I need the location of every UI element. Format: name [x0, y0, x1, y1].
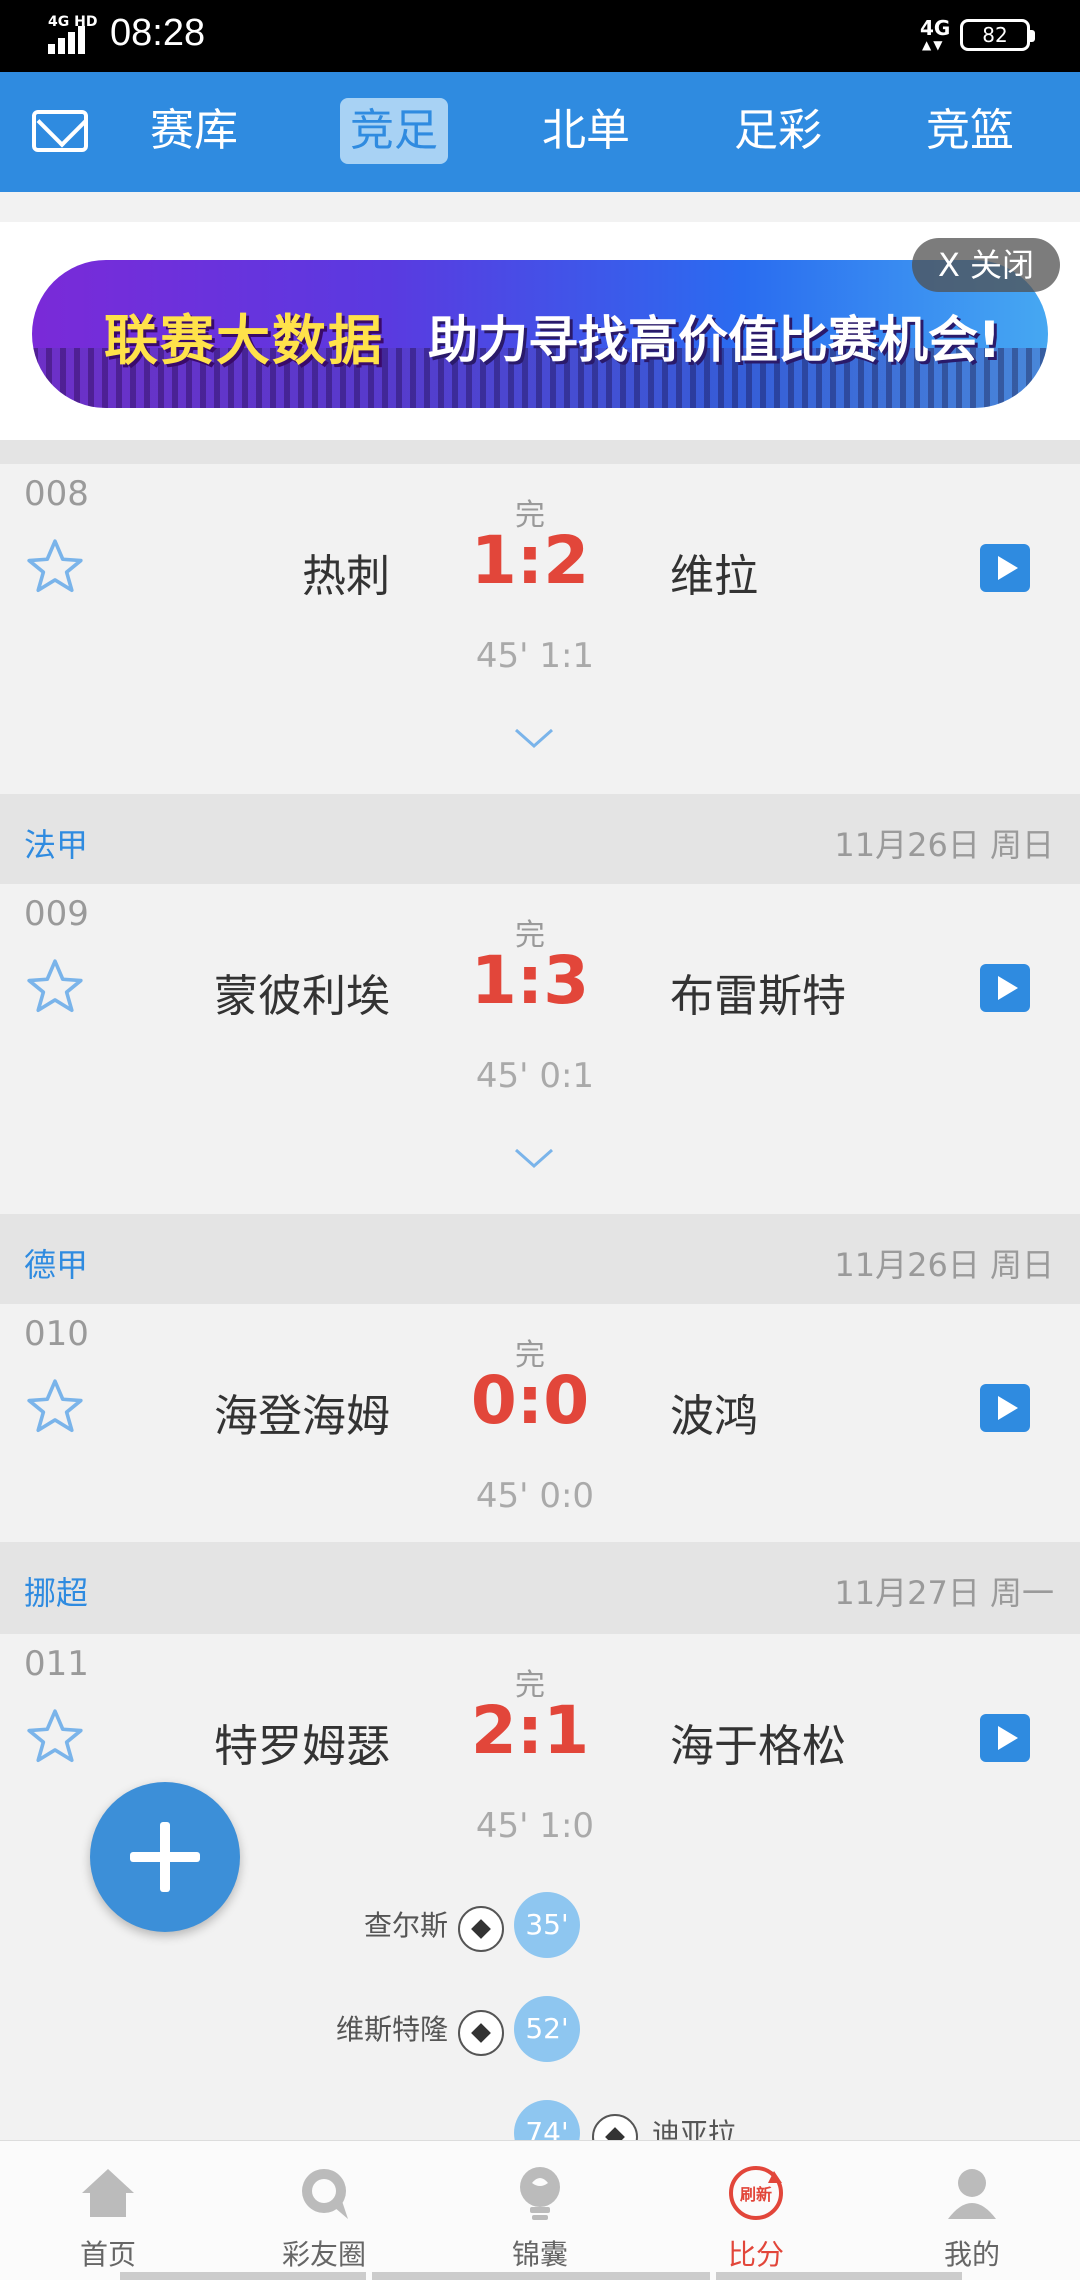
home-icon — [82, 2169, 134, 2217]
favorite-star-icon[interactable] — [24, 1376, 86, 1438]
profile-icon — [948, 2169, 996, 2219]
home-team: 特罗姆瑟 — [214, 1721, 390, 1772]
goal-player: 查尔斯 — [363, 1909, 448, 1942]
score: 1:2 — [470, 522, 590, 599]
league-header: 德甲 11月26日 周日 — [0, 1214, 1080, 1306]
video-play-icon[interactable] — [980, 1384, 1030, 1432]
match-row[interactable]: 010 完 海登海姆 0:0 波鸿 45' 0:0 — [0, 1304, 1080, 1542]
halftime-score: 45' 0:0 — [475, 1476, 595, 1516]
home-team: 热刺 — [302, 551, 390, 602]
halftime-score: 45' 1:0 — [475, 1806, 595, 1846]
score: 0:0 — [470, 1362, 590, 1439]
favorite-star-icon[interactable] — [24, 1706, 86, 1768]
add-button[interactable] — [90, 1782, 240, 1932]
league-date: 11月27日 周一 — [834, 1574, 1054, 1612]
video-play-icon[interactable] — [980, 544, 1030, 592]
league-name: 德甲 — [24, 1246, 89, 1284]
league-header: 挪超 11月27日 周一 — [0, 1542, 1080, 1634]
home-team: 蒙彼利埃 — [214, 971, 390, 1022]
league-name: 挪超 — [24, 1574, 89, 1612]
goal-player: 维斯特隆 — [335, 2013, 448, 2046]
away-team: 维拉 — [670, 551, 758, 602]
favorite-star-icon[interactable] — [24, 956, 86, 1018]
top-nav: 赛库 竞足 北单 足彩 竞篮 — [0, 72, 1080, 192]
nav-scores[interactable]: 刷新 比分 — [648, 2141, 864, 2280]
score: 1:3 — [470, 942, 590, 1019]
goal-minute: 35' — [514, 1892, 580, 1958]
match-number: 011 — [24, 1644, 89, 1684]
home-team: 海登海姆 — [214, 1391, 390, 1442]
banner-close-button[interactable]: X 关闭 — [912, 238, 1060, 292]
lightbulb-icon — [520, 2167, 560, 2220]
network-right: 4G — [920, 16, 951, 40]
nav-tips[interactable]: 锦囊 — [432, 2141, 648, 2280]
status-bar: 4G HD 08:28 4G ▲▼ 82 — [0, 0, 1080, 72]
match-number: 008 — [24, 474, 89, 514]
nav-label: 首页 — [79, 2238, 136, 2271]
video-play-icon[interactable] — [980, 964, 1030, 1012]
gesture-bar — [716, 2272, 962, 2280]
network-type: 4G HD — [48, 14, 98, 30]
nav-label: 我的 — [943, 2238, 1000, 2271]
ad-banner[interactable]: 联赛大数据 助力寻找高价值比赛机会! — [32, 260, 1048, 408]
tab-zucai[interactable]: 足彩 — [734, 98, 822, 164]
match-row[interactable]: 009 完 蒙彼利埃 1:3 布雷斯特 45' 0:1 — [0, 884, 1080, 1214]
signal-icon: 4G HD — [48, 14, 100, 54]
refresh-score-icon: 刷新 — [729, 2166, 783, 2220]
gesture-bar — [372, 2272, 710, 2280]
favorite-star-icon[interactable] — [24, 536, 86, 598]
chevron-down-icon[interactable] — [512, 1140, 556, 1176]
away-team: 海于格松 — [670, 1721, 846, 1772]
away-team: 波鸿 — [670, 1391, 758, 1442]
nav-label: 锦囊 — [511, 2238, 568, 2271]
league-date: 11月26日 周日 — [834, 826, 1054, 864]
match-number: 009 — [24, 894, 89, 934]
halftime-score: 45' 0:1 — [475, 1056, 595, 1096]
mail-icon[interactable] — [32, 110, 88, 152]
bottom-nav: 首页 彩友圈 锦囊 刷新 比分 我的 — [0, 2140, 1080, 2280]
gesture-bar — [120, 2272, 366, 2280]
nav-label: 比分 — [727, 2238, 784, 2271]
league-date: 11月26日 周日 — [834, 1246, 1054, 1284]
match-row[interactable]: 008 完 热刺 1:2 维拉 45' 1:1 — [0, 464, 1080, 794]
tab-jinglan[interactable]: 竞篮 — [926, 98, 1014, 164]
svg-text:刷新: 刷新 — [740, 2185, 772, 2204]
away-team: 布雷斯特 — [670, 971, 846, 1022]
tab-jingzu[interactable]: 竞足 — [340, 98, 448, 164]
clock: 08:28 — [110, 12, 206, 54]
league-name: 法甲 — [24, 826, 89, 864]
chevron-down-icon[interactable] — [512, 720, 556, 756]
app-screen: { "status_bar": { "network": "4G HD", "t… — [0, 0, 1080, 2280]
match-number: 010 — [24, 1314, 89, 1354]
nav-label: 彩友圈 — [281, 2238, 366, 2271]
score: 2:1 — [470, 1692, 590, 1769]
tab-beidan[interactable]: 北单 — [542, 98, 630, 164]
chat-bubble-icon — [302, 2169, 348, 2219]
nav-home[interactable]: 首页 — [0, 2141, 216, 2280]
nav-community[interactable]: 彩友圈 — [216, 2141, 432, 2280]
halftime-score: 45' 1:1 — [475, 636, 595, 676]
battery-icon: 82 — [960, 19, 1035, 51]
goal-minute: 52' — [514, 1996, 580, 2062]
banner-subtitle: 助力寻找高价值比赛机会! — [428, 311, 1001, 369]
soccer-ball-icon — [458, 1906, 504, 1952]
banner-title: 联赛大数据 — [104, 309, 384, 372]
soccer-ball-icon — [458, 2010, 504, 2056]
tab-saiku[interactable]: 赛库 — [150, 98, 238, 164]
divider — [0, 440, 1080, 464]
video-play-icon[interactable] — [980, 1714, 1030, 1762]
data-arrows-icon: ▲▼ — [922, 38, 945, 52]
league-header: 法甲 11月26日 周日 — [0, 794, 1080, 886]
nav-profile[interactable]: 我的 — [864, 2141, 1080, 2280]
battery-level: 82 — [982, 23, 1008, 47]
